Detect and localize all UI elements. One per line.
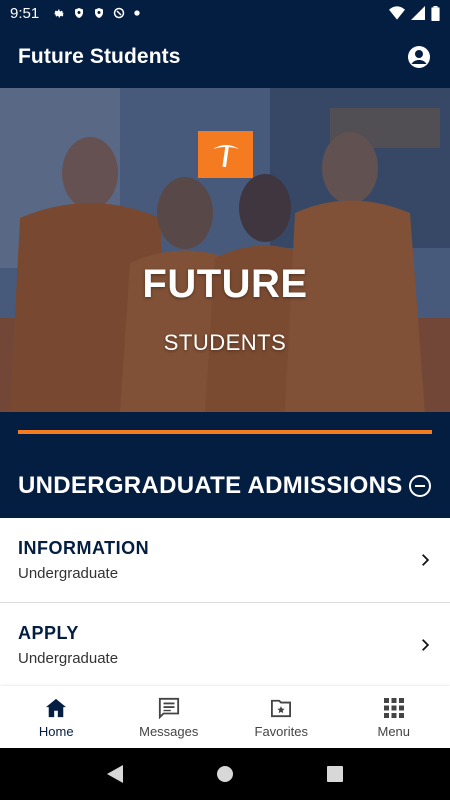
- list-item-title: INFORMATION: [18, 538, 150, 558]
- shield-icon: [75, 8, 84, 18]
- list-item-subtitle: Undergraduate: [18, 650, 119, 667]
- list-item-apply[interactable]: APPLY Undergraduate: [0, 603, 450, 688]
- dot-icon: [134, 10, 140, 16]
- grid-icon: [382, 696, 406, 720]
- nav-menu[interactable]: Menu: [338, 686, 450, 748]
- gear-icon: [54, 9, 64, 18]
- system-nav-bar: [0, 748, 450, 800]
- signal-icon: [411, 6, 425, 20]
- nav-favorites[interactable]: Favorites: [225, 686, 338, 748]
- list-item-text: INFORMATION Undergraduate: [18, 538, 149, 582]
- back-triangle-icon: [107, 765, 123, 783]
- back-button[interactable]: [105, 764, 125, 784]
- hero-banner: FUTURE STUDENTS: [0, 88, 450, 412]
- message-icon: [157, 696, 181, 720]
- recents-button[interactable]: [325, 764, 345, 784]
- hero-subtitle: STUDENTS: [163, 330, 287, 355]
- account-circle-icon: [408, 46, 430, 68]
- home-circle-icon: [217, 766, 233, 782]
- admissions-list: INFORMATION Undergraduate APPLY Undergra…: [0, 518, 450, 688]
- nav-home[interactable]: Home: [0, 686, 113, 748]
- shield-icon: [95, 8, 104, 18]
- nav-label: Home: [38, 723, 74, 739]
- status-right: [389, 5, 440, 21]
- folder-star-icon: [269, 696, 293, 720]
- undergraduate-admissions-header[interactable]: UNDERGRADUATE ADMISSIONS: [0, 454, 450, 518]
- section-title: UNDERGRADUATE ADMISSIONS: [18, 472, 403, 499]
- account-button[interactable]: [406, 44, 432, 70]
- status-left: 9:51: [10, 5, 141, 22]
- battery-icon: [431, 5, 440, 21]
- app-bar: Future Students: [0, 26, 450, 88]
- orange-divider: [18, 430, 432, 434]
- status-time: 9:51: [10, 4, 40, 22]
- nav-label: Favorites: [254, 723, 308, 739]
- bottom-nav: Home Messages Favorites Menu: [0, 686, 450, 748]
- at-sign-icon: [113, 7, 125, 19]
- hero-title: FUTURE: [142, 262, 308, 306]
- list-item-information[interactable]: INFORMATION Undergraduate: [0, 518, 450, 603]
- home-icon: [44, 696, 68, 720]
- wifi-icon: [389, 6, 405, 20]
- minus-circle-icon[interactable]: [408, 474, 432, 498]
- section-band: UNDERGRADUATE ADMISSIONS: [0, 412, 450, 518]
- recents-square-icon: [327, 766, 343, 782]
- chevron-right-icon: [422, 554, 430, 566]
- list-item-text: APPLY Undergraduate: [18, 623, 118, 667]
- list-item-subtitle: Undergraduate: [18, 565, 119, 582]
- status-bar: 9:51: [0, 0, 450, 26]
- pickaxe-logo-icon: [198, 131, 253, 178]
- list-item-title: APPLY: [18, 623, 79, 643]
- nav-label: Menu: [377, 723, 411, 739]
- home-system-button[interactable]: [215, 764, 235, 784]
- nav-messages[interactable]: Messages: [113, 686, 226, 748]
- page-title: Future Students: [18, 45, 181, 68]
- nav-label: Messages: [139, 723, 199, 739]
- chevron-right-icon: [422, 639, 430, 651]
